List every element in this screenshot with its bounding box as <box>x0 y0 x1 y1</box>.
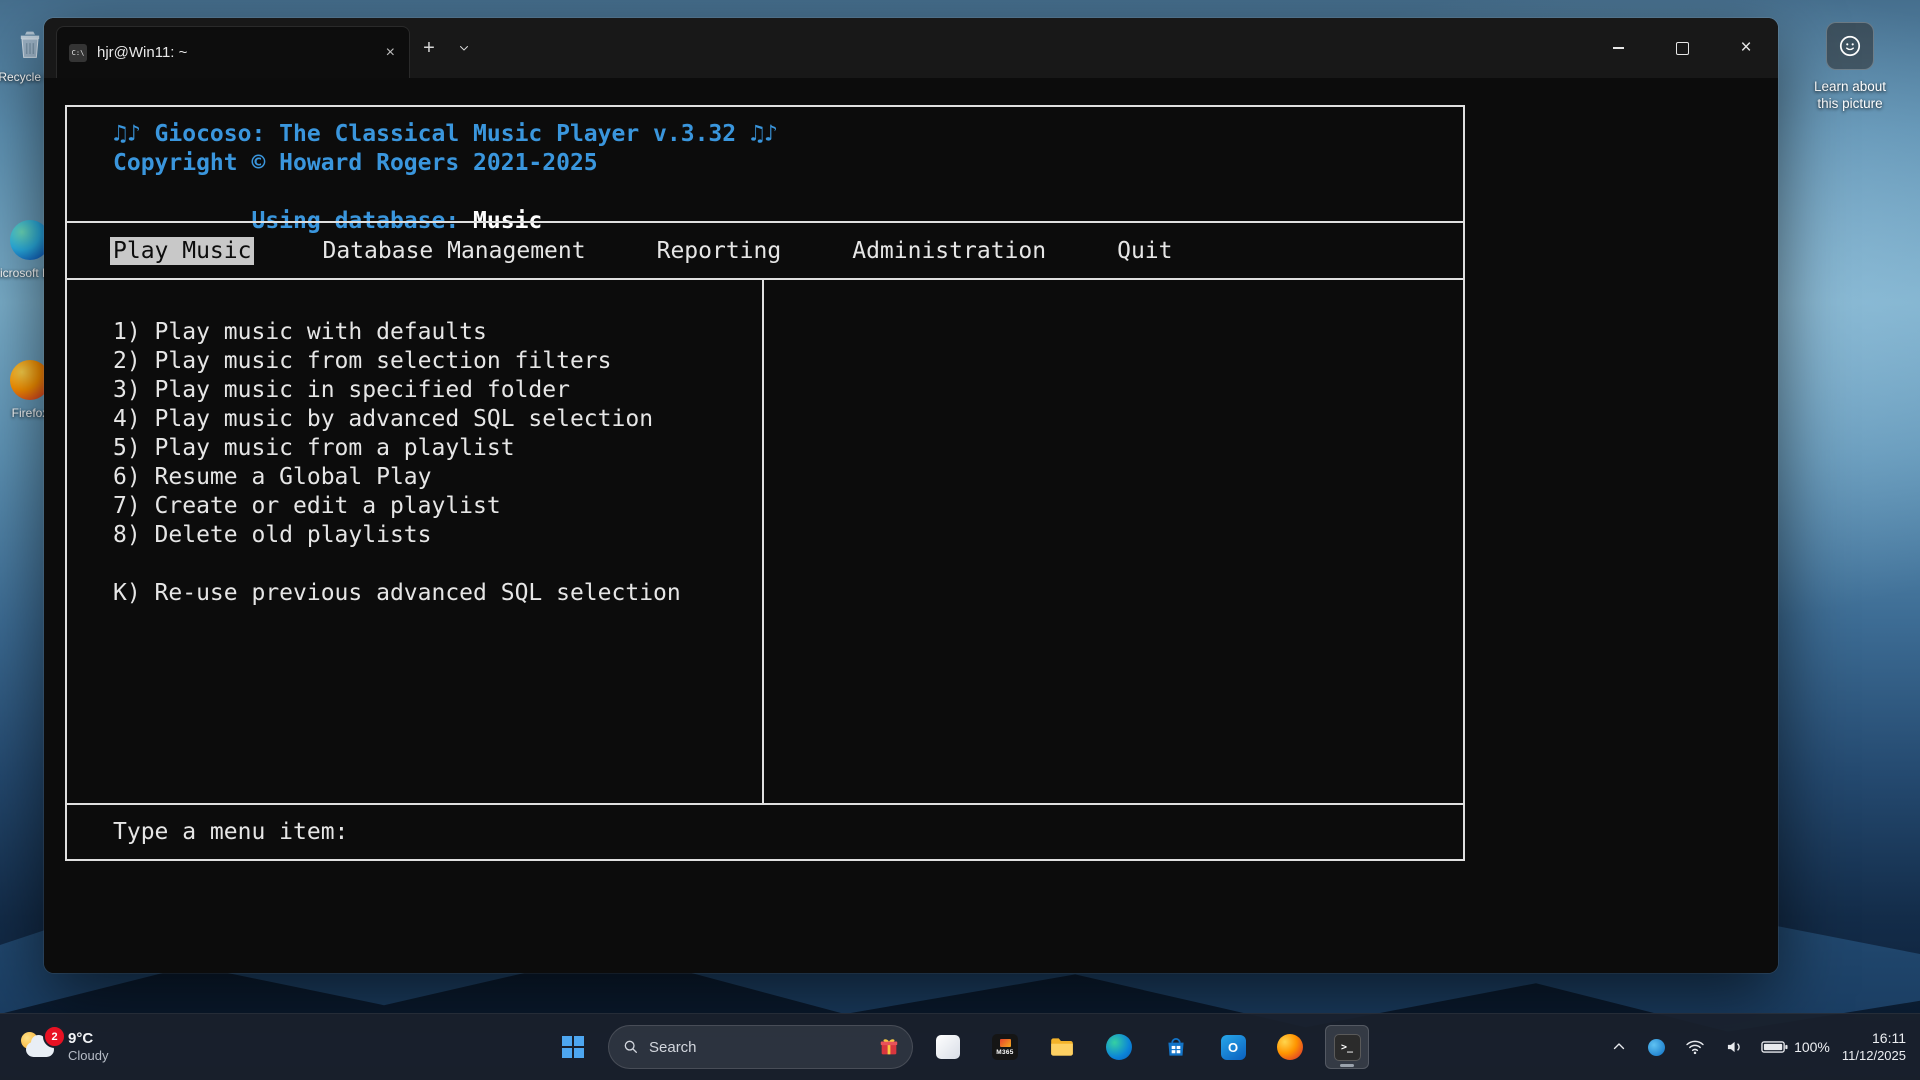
volume-icon[interactable] <box>1721 1033 1749 1061</box>
maximize-button[interactable] <box>1650 18 1714 78</box>
minimize-button[interactable] <box>1586 18 1650 78</box>
terminal-titlebar[interactable]: C:\ hjr@Win11: ~ × + × <box>44 18 1778 78</box>
clock[interactable]: 16:11 11/12/2025 <box>1842 1030 1906 1064</box>
firefox-icon <box>1277 1034 1303 1060</box>
cmd-icon: C:\ <box>69 44 87 62</box>
microsoft-365-icon: M365 <box>992 1034 1018 1060</box>
temperature: 9°C <box>68 1030 108 1048</box>
learn-about-picture-widget[interactable]: Learn about this picture <box>1788 22 1912 112</box>
menu-item-k[interactable]: K) Re-use previous advanced SQL selectio… <box>113 579 762 608</box>
menu-item-8[interactable]: 8) Delete old playlists <box>113 521 762 550</box>
tab-close-icon[interactable]: × <box>382 42 399 64</box>
windows-logo-icon <box>562 1036 584 1058</box>
tab-title: hjr@Win11: ~ <box>97 44 372 61</box>
taskbar-app-outlook[interactable]: O <box>1211 1025 1255 1069</box>
weather-icon: 2 <box>20 1030 58 1064</box>
menu-item-1[interactable]: 1) Play music with defaults <box>113 318 762 347</box>
taskbar-center: Search M365 <box>551 1014 1369 1080</box>
terminal-icon: >_ <box>1334 1034 1361 1061</box>
taskbar-app-terminal[interactable]: >_ <box>1325 1025 1369 1069</box>
menu-item-6[interactable]: 6) Resume a Global Play <box>113 463 762 492</box>
weather-condition: Cloudy <box>68 1048 108 1064</box>
prompt-row[interactable]: Type a menu item: <box>67 803 1463 859</box>
menubar-database-management[interactable]: Database Management <box>322 238 585 264</box>
system-tray: 100% 16:11 11/12/2025 <box>1606 1014 1912 1080</box>
search-promo-icon <box>875 1033 903 1061</box>
microsoft-store-icon <box>1163 1034 1189 1060</box>
start-button[interactable] <box>551 1025 595 1069</box>
taskbar: 2 9°C Cloudy Search <box>0 1013 1920 1080</box>
close-button[interactable]: × <box>1714 18 1778 78</box>
learn-about-icon <box>1826 22 1874 70</box>
menu-item-5[interactable]: 5) Play music from a playlist <box>113 434 762 463</box>
search-placeholder: Search <box>649 1039 697 1056</box>
battery-icon <box>1761 1040 1788 1054</box>
detail-panel <box>764 280 1463 803</box>
widgets-button[interactable]: 2 9°C Cloudy <box>10 1014 118 1080</box>
menu-item-4[interactable]: 4) Play music by advanced SQL selection <box>113 405 762 434</box>
time: 16:11 <box>1872 1030 1906 1047</box>
desktop-icon-label: Firefox <box>12 406 49 420</box>
giocoso-content: 1) Play music with defaults 2) Play musi… <box>67 278 1463 803</box>
menubar-quit[interactable]: Quit <box>1117 238 1172 264</box>
taskbar-app-firefox[interactable] <box>1268 1025 1312 1069</box>
taskbar-app-m365[interactable]: M365 <box>983 1025 1027 1069</box>
wifi-icon[interactable] <box>1681 1033 1709 1061</box>
titlebar-drag-area[interactable] <box>480 18 1586 78</box>
white-app-icon <box>936 1035 960 1059</box>
copyright-line: Copyright © Howard Rogers 2021-2025 <box>113 149 1463 178</box>
weather-text: 9°C Cloudy <box>68 1030 108 1064</box>
giocoso-header: ♫♪ Giocoso: The Classical Music Player v… <box>67 107 1463 221</box>
minimize-icon <box>1613 47 1624 49</box>
taskbar-app-store[interactable] <box>1154 1025 1198 1069</box>
menu-prompt-text: Type a menu item: <box>113 819 348 845</box>
new-tab-button[interactable]: + <box>410 18 448 78</box>
terminal-window: C:\ hjr@Win11: ~ × + × ♫♪ Giocoso: The C… <box>44 18 1778 973</box>
taskbar-app-file-explorer[interactable] <box>1040 1025 1084 1069</box>
menubar-administration[interactable]: Administration <box>852 238 1046 264</box>
giocoso-menubar: Play Music Database Management Reporting… <box>67 221 1463 278</box>
tray-chevron-up-icon[interactable] <box>1606 1034 1632 1060</box>
notification-badge: 2 <box>43 1025 66 1048</box>
search-icon <box>623 1039 639 1055</box>
taskbar-app-edge[interactable] <box>1097 1025 1141 1069</box>
menu-item-7[interactable]: 7) Create or edit a playlist <box>113 492 762 521</box>
play-music-menu-panel: 1) Play music with defaults 2) Play musi… <box>67 280 764 803</box>
menu-item-2[interactable]: 2) Play music from selection filters <box>113 347 762 376</box>
battery-status[interactable]: 100% <box>1761 1039 1830 1055</box>
taskbar-app-white[interactable] <box>926 1025 970 1069</box>
learn-about-text: Learn about this picture <box>1814 78 1886 112</box>
blank-line <box>113 550 762 579</box>
menubar-reporting[interactable]: Reporting <box>657 238 782 264</box>
edge-icon <box>1106 1034 1132 1060</box>
date: 11/12/2025 <box>1842 1047 1906 1064</box>
maximize-icon <box>1676 42 1689 55</box>
giocoso-tui: ♫♪ Giocoso: The Classical Music Player v… <box>65 105 1465 861</box>
tray-status-icon[interactable] <box>1644 1035 1669 1060</box>
outlook-icon: O <box>1221 1035 1246 1060</box>
search-box[interactable]: Search <box>608 1025 913 1069</box>
app-title: ♫♪ Giocoso: The Classical Music Player v… <box>113 120 1463 149</box>
terminal-content[interactable]: ♫♪ Giocoso: The Classical Music Player v… <box>44 78 1778 973</box>
menubar-play-music[interactable]: Play Music <box>110 237 254 265</box>
menu-item-3[interactable]: 3) Play music in specified folder <box>113 376 762 405</box>
tab-dropdown-button[interactable] <box>448 18 480 78</box>
terminal-tab[interactable]: C:\ hjr@Win11: ~ × <box>56 26 410 78</box>
battery-percent: 100% <box>1794 1039 1830 1055</box>
file-explorer-icon <box>1049 1034 1075 1060</box>
